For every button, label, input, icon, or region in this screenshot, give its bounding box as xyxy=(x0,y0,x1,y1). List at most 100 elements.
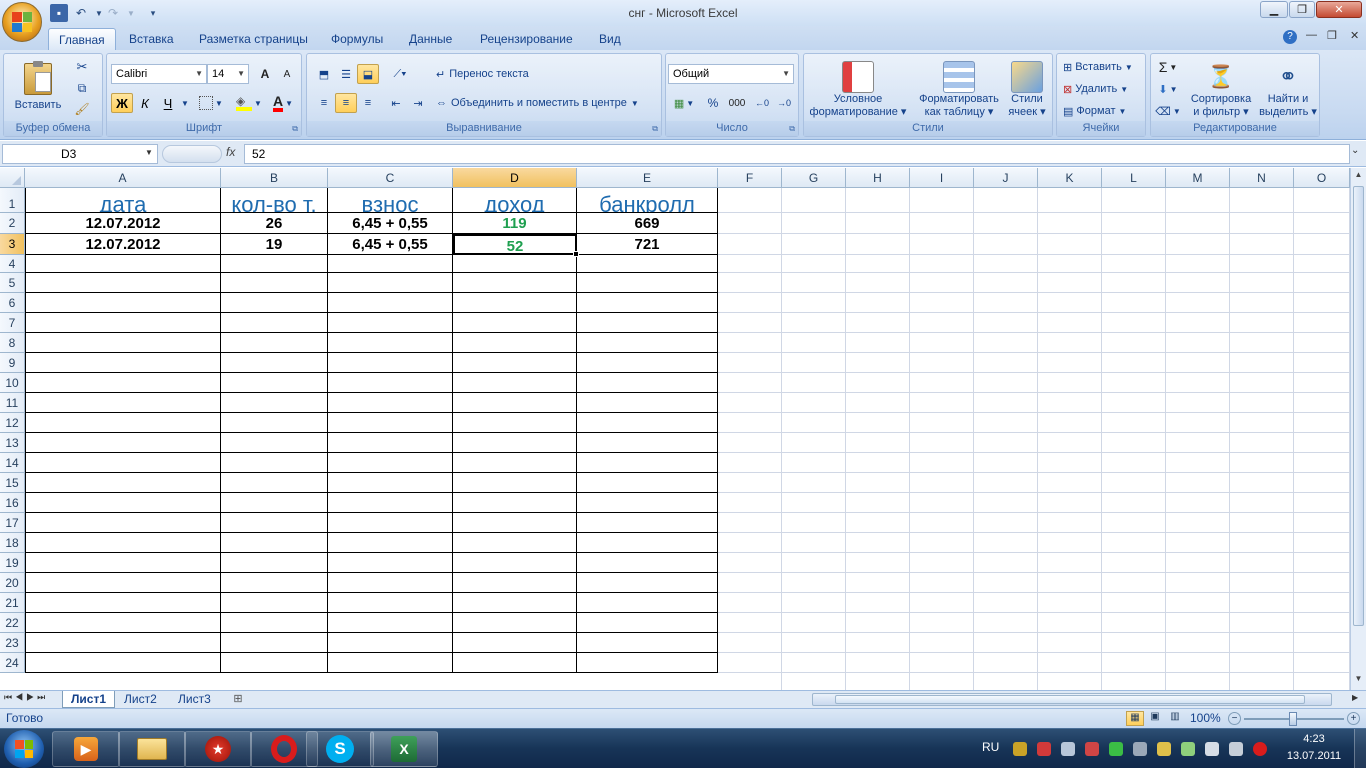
copy-icon[interactable]: ⧉ xyxy=(72,79,92,97)
tray-phone-icon[interactable] xyxy=(1229,742,1243,756)
alignment-dialog-launcher-icon[interactable]: ⧉ xyxy=(652,124,658,134)
workbook-close-icon[interactable]: ✕ xyxy=(1350,29,1359,42)
percent-button[interactable]: % xyxy=(702,93,724,113)
vertical-scroll-thumb[interactable] xyxy=(1353,186,1364,626)
align-center-icon[interactable]: ≡ xyxy=(335,93,357,113)
empty-cell[interactable] xyxy=(221,373,328,393)
empty-cell[interactable] xyxy=(577,613,718,633)
column-header[interactable]: O xyxy=(1294,168,1350,188)
empty-cell[interactable] xyxy=(453,293,577,313)
insert-cells-button[interactable]: ⊞ Вставить ▼ xyxy=(1059,57,1143,77)
formula-bar-handle[interactable] xyxy=(162,145,222,163)
row-header[interactable]: 20 xyxy=(0,573,25,593)
ribbon-restore-icon[interactable]: ❐ xyxy=(1327,29,1337,42)
empty-cell[interactable] xyxy=(25,573,221,593)
align-right-icon[interactable]: ≡ xyxy=(357,93,379,113)
column-header[interactable]: G xyxy=(782,168,846,188)
decrease-indent-icon[interactable]: ⇤ xyxy=(385,93,407,113)
clock-time[interactable]: 4:23 xyxy=(1286,733,1342,745)
empty-cell[interactable] xyxy=(221,513,328,533)
sheet-nav-icons[interactable]: ⏮◀▶⏭ xyxy=(4,692,48,703)
empty-cell[interactable] xyxy=(577,393,718,413)
italic-button[interactable]: К xyxy=(134,93,156,113)
empty-cell[interactable] xyxy=(328,613,453,633)
empty-cell[interactable] xyxy=(453,593,577,613)
vertical-scrollbar[interactable]: ▲ ▼ xyxy=(1350,168,1366,690)
autosum-button[interactable]: Σ ▼ xyxy=(1153,57,1183,77)
decrease-decimal-icon[interactable]: →0 xyxy=(773,93,795,113)
column-header[interactable]: C xyxy=(328,168,453,188)
empty-cell[interactable] xyxy=(25,553,221,573)
row-header[interactable]: 23 xyxy=(0,633,25,653)
number-format-select[interactable]: Общий ▼ xyxy=(668,64,794,84)
tray-device-icon[interactable] xyxy=(1205,742,1219,756)
row-header[interactable]: 10 xyxy=(0,373,25,393)
taskbar-media-player[interactable]: ▶ xyxy=(52,731,120,767)
fill-button[interactable]: ⬇ ▼ xyxy=(1153,79,1183,99)
table-cell[interactable]: 6,45 + 0,55 xyxy=(328,234,453,255)
empty-cell[interactable] xyxy=(25,613,221,633)
zoom-out-icon[interactable]: − xyxy=(1228,712,1241,725)
office-button[interactable] xyxy=(2,2,42,42)
column-header[interactable]: A xyxy=(25,168,221,188)
empty-cell[interactable] xyxy=(577,633,718,653)
underline-button[interactable]: Ч xyxy=(157,93,179,113)
tab-insert[interactable]: Вставка xyxy=(119,28,184,50)
scroll-up-icon[interactable]: ▲ xyxy=(1352,170,1365,184)
empty-cell[interactable] xyxy=(577,293,718,313)
table-cell[interactable]: 669 xyxy=(577,213,718,234)
row-header[interactable]: 9 xyxy=(0,353,25,373)
empty-cell[interactable] xyxy=(328,373,453,393)
row-header[interactable]: 19 xyxy=(0,553,25,573)
empty-cell[interactable] xyxy=(25,473,221,493)
empty-cell[interactable] xyxy=(25,533,221,553)
empty-cell[interactable] xyxy=(453,373,577,393)
tray-security-icon[interactable] xyxy=(1181,742,1195,756)
help-icon[interactable]: ? xyxy=(1283,30,1297,44)
empty-cell[interactable] xyxy=(221,255,328,273)
row-header[interactable]: 18 xyxy=(0,533,25,553)
active-cell[interactable]: 52 xyxy=(453,234,577,255)
table-cell[interactable]: 721 xyxy=(577,234,718,255)
empty-cell[interactable] xyxy=(577,433,718,453)
shrink-font-button[interactable]: A xyxy=(277,64,297,84)
sort-filter-button[interactable]: ⏳ Сортировка и фильтр ▾ xyxy=(1185,58,1257,120)
select-all-corner[interactable] xyxy=(0,168,25,188)
empty-cell[interactable] xyxy=(25,493,221,513)
align-left-icon[interactable]: ≡ xyxy=(313,93,335,113)
empty-cell[interactable] xyxy=(221,453,328,473)
empty-cell[interactable] xyxy=(328,313,453,333)
empty-cell[interactable] xyxy=(328,653,453,673)
empty-cell[interactable] xyxy=(453,353,577,373)
empty-cell[interactable] xyxy=(221,313,328,333)
row-header[interactable]: 22 xyxy=(0,613,25,633)
fill-color-button[interactable]: ◈ ▼ xyxy=(233,93,265,113)
empty-cell[interactable] xyxy=(328,413,453,433)
row-header[interactable]: 3 xyxy=(0,234,25,255)
taskbar-excel[interactable]: X xyxy=(370,731,438,767)
row-header[interactable]: 24 xyxy=(0,653,25,673)
empty-cell[interactable] xyxy=(328,393,453,413)
empty-cell[interactable] xyxy=(25,413,221,433)
empty-cell[interactable] xyxy=(577,413,718,433)
empty-cell[interactable] xyxy=(25,453,221,473)
font-dialog-launcher-icon[interactable]: ⧉ xyxy=(292,124,298,134)
number-dialog-launcher-icon[interactable]: ⧉ xyxy=(789,124,795,134)
find-select-button[interactable]: ⚭ Найти и выделить ▾ xyxy=(1259,58,1317,120)
borders-button[interactable]: ▼ xyxy=(197,93,225,113)
page-layout-view-icon[interactable]: ▣ xyxy=(1146,711,1164,726)
increase-decimal-icon[interactable]: ←0 xyxy=(751,93,773,113)
show-desktop-button[interactable] xyxy=(1354,729,1366,769)
empty-cell[interactable] xyxy=(328,533,453,553)
row-header[interactable]: 21 xyxy=(0,593,25,613)
empty-cell[interactable] xyxy=(221,353,328,373)
zoom-in-icon[interactable]: + xyxy=(1347,712,1360,725)
column-header[interactable]: E xyxy=(577,168,718,188)
empty-cell[interactable] xyxy=(328,493,453,513)
empty-cell[interactable] xyxy=(453,633,577,653)
formula-input[interactable]: 52 xyxy=(244,144,1350,164)
row-header[interactable]: 16 xyxy=(0,493,25,513)
format-as-table-button[interactable]: Форматировать как таблицу ▾ xyxy=(914,58,1004,120)
font-color-button[interactable]: A ▼ xyxy=(267,93,299,113)
tray-3d-icon[interactable] xyxy=(1085,742,1099,756)
